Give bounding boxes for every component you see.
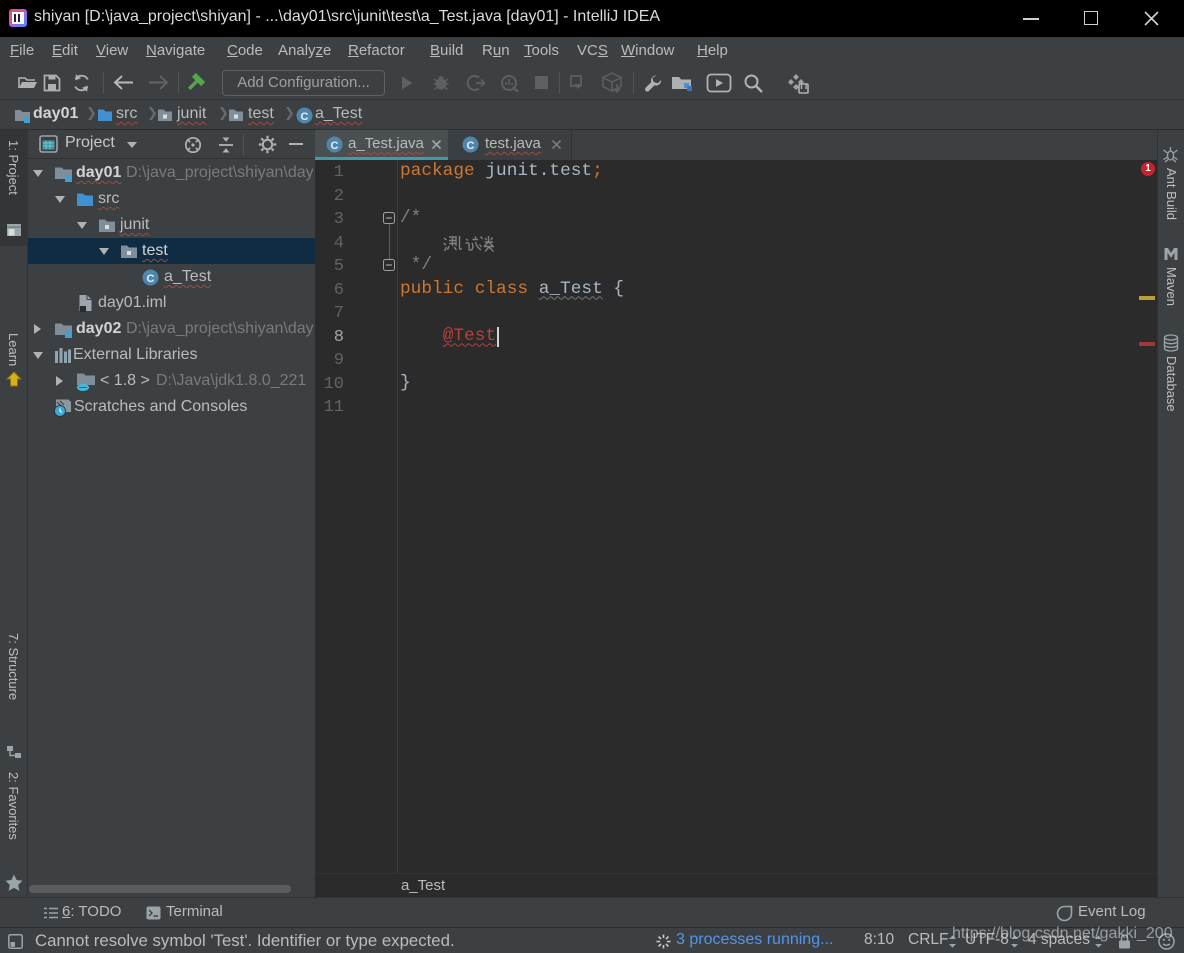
svg-text:C: C [467,140,475,152]
svg-text:C: C [301,111,309,123]
svg-text:C: C [331,140,339,152]
svg-text:C: C [147,273,155,285]
